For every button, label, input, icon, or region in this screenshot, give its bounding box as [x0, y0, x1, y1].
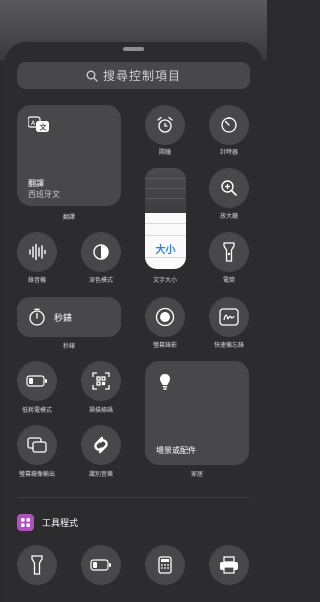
flashlight-icon	[223, 242, 235, 262]
calculator-icon	[158, 556, 172, 574]
text-size-label: 文字大小	[152, 277, 177, 284]
translate-tile[interactable]: A 文 翻譯 西班牙文	[17, 105, 121, 206]
screen-mirroring-label: 螢幕鏡像輸出	[18, 471, 55, 478]
battery-icon	[90, 559, 112, 571]
section-divider	[17, 497, 250, 498]
search-field[interactable]: 搜尋控制項目	[17, 62, 250, 89]
flashlight-button-utilities[interactable]	[17, 545, 57, 585]
low-power-button-utilities[interactable]	[81, 545, 121, 585]
stopwatch-title: 秒錶	[54, 314, 73, 324]
sheet-grabber[interactable]	[123, 47, 144, 51]
grid-icon	[17, 514, 34, 531]
voice-memos-button[interactable]	[17, 232, 57, 272]
shazam-icon	[92, 435, 110, 455]
low-power-button[interactable]	[17, 361, 57, 401]
screen-recording-button[interactable]	[145, 297, 185, 337]
shazam-button[interactable]	[81, 425, 121, 465]
home-label: 家居	[190, 471, 203, 478]
svg-text:A: A	[31, 120, 36, 127]
printer-button[interactable]	[209, 545, 249, 585]
printer-icon	[219, 556, 239, 574]
calculator-button[interactable]	[145, 545, 185, 585]
stopwatch-tile[interactable]: 秒錶	[17, 297, 121, 337]
timer-icon	[220, 116, 238, 134]
magnifier-label: 放大鏡	[219, 213, 238, 220]
flashlight-button[interactable]	[209, 232, 249, 272]
screen-mirroring-button[interactable]	[17, 425, 57, 465]
magnifier-button[interactable]	[209, 168, 249, 208]
alarm-button[interactable]	[145, 105, 185, 145]
home-tile[interactable]: 場景或配件	[145, 361, 249, 465]
voice-memos-label: 錄音機	[27, 277, 46, 284]
dark-mode-label: 深色模式	[88, 277, 113, 284]
stopwatch-label: 秒錶	[62, 343, 75, 350]
low-power-label: 低耗電模式	[21, 407, 52, 414]
shazam-label: 識別音樂	[88, 471, 113, 478]
translate-icon: A 文	[28, 116, 50, 134]
text-size-slider[interactable]: 大小	[145, 168, 186, 269]
screen-recording-label: 螢幕錄影	[152, 342, 177, 349]
magnifier-icon	[220, 179, 238, 197]
lightbulb-icon	[159, 373, 171, 391]
translate-title: 翻譯	[28, 179, 44, 188]
flashlight-label: 電筒	[222, 277, 235, 284]
alarm-clock-icon	[156, 116, 174, 134]
translate-subtitle: 西班牙文	[28, 190, 60, 199]
stopwatch-icon	[28, 308, 46, 326]
screen-mirroring-icon	[27, 437, 47, 453]
section-title: 工具程式	[42, 519, 79, 529]
quick-note-icon	[219, 308, 239, 326]
timer-button[interactable]	[209, 105, 249, 145]
quick-note-label: 快速備忘錄	[213, 342, 244, 349]
search-placeholder: 搜尋控制項目	[102, 69, 181, 83]
alarm-label: 鬧鐘	[158, 149, 171, 156]
flashlight-icon	[31, 555, 43, 575]
record-icon	[155, 307, 175, 327]
quick-note-button[interactable]	[209, 297, 249, 337]
home-title: 場景或配件	[156, 446, 196, 455]
timer-label: 計時器	[219, 149, 238, 156]
code-scanner-label: 掃描條碼	[88, 407, 113, 414]
dark-mode-button[interactable]	[81, 232, 121, 272]
qr-scan-icon	[92, 372, 110, 390]
dark-mode-icon	[92, 243, 110, 261]
waveform-icon	[28, 243, 46, 261]
text-size-glyph: 大小	[155, 245, 176, 256]
svg-text:文: 文	[40, 123, 48, 132]
battery-icon	[26, 375, 48, 387]
search-icon	[86, 70, 98, 82]
translate-label: 翻譯	[62, 214, 75, 221]
code-scanner-button[interactable]	[81, 361, 121, 401]
